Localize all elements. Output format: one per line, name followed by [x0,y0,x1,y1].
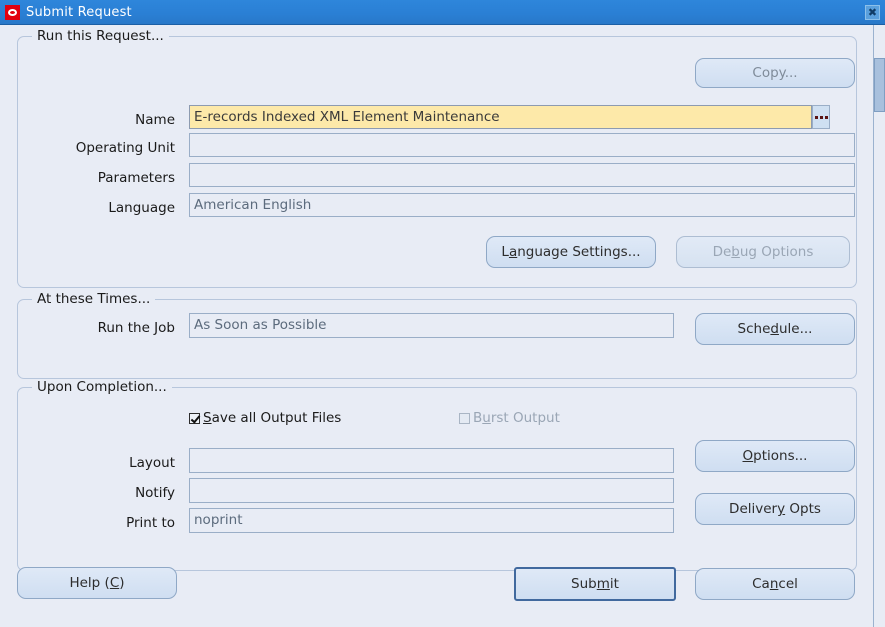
at-these-times-legend: At these Times... [32,291,156,307]
name-lov-button[interactable] [812,105,830,129]
help-label: Help (C) [69,575,125,591]
save-all-output-files-box [189,412,200,424]
schedule-button[interactable]: Schedule... [695,313,855,345]
language-label: Language [108,200,175,216]
run-the-job-input[interactable]: As Soon as Possible [189,313,674,338]
language-settings-button[interactable]: Language Settings... [486,236,656,268]
operating-unit-label: Operating Unit [75,140,175,156]
help-button[interactable]: Help (C) [17,567,177,599]
dialog-canvas: Run this Request... Copy... Name E-recor… [0,25,872,627]
print-to-input[interactable]: noprint [189,508,674,533]
burst-output-label: Burst Output [473,410,560,426]
window-titlebar: Submit Request ✖ [0,0,885,25]
schedule-label: Schedule... [737,321,813,337]
vertical-scrollbar[interactable] [873,25,885,627]
save-all-output-files-checkbox[interactable]: Save all Output Files [189,410,341,426]
burst-output-checkbox: Burst Output [459,410,560,426]
options-button[interactable]: Options... [695,440,855,472]
close-icon[interactable]: ✖ [865,4,880,20]
layout-input[interactable] [189,448,674,473]
debug-options-button: Debug Options [676,236,850,268]
delivery-opts-button[interactable]: Delivery Opts [695,493,855,525]
run-this-request-legend: Run this Request... [32,28,169,44]
notify-label: Notify [135,485,175,501]
window-title: Submit Request [26,4,132,20]
upon-completion-legend: Upon Completion... [32,379,172,395]
delivery-opts-label: Delivery Opts [729,501,821,517]
parameters-label: Parameters [97,170,175,186]
debug-options-label: Debug Options [712,244,814,260]
name-input[interactable]: E-records Indexed XML Element Maintenanc… [189,105,812,129]
run-the-job-label: Run the Job [97,320,175,336]
cancel-button[interactable]: Cancel [695,568,855,600]
copy-button[interactable]: Copy... [695,58,855,88]
submit-button[interactable]: Submit [514,567,676,601]
cancel-label: Cancel [752,576,798,592]
vertical-scrollbar-thumb[interactable] [874,58,885,112]
options-label: Options... [742,448,808,464]
layout-label: Layout [129,455,175,471]
operating-unit-input[interactable] [189,133,855,157]
oracle-logo-icon [5,4,20,20]
submit-label: Submit [571,576,619,592]
language-input[interactable]: American English [189,193,855,217]
submit-request-window: Submit Request ✖ Run this Request... Cop… [0,0,885,627]
parameters-input[interactable] [189,163,855,187]
name-label: Name [135,112,175,128]
language-settings-label: Language Settings... [501,244,641,260]
burst-output-box [459,412,470,424]
notify-input[interactable] [189,478,674,503]
save-all-output-files-label: Save all Output Files [203,410,342,426]
print-to-label: Print to [126,515,175,531]
